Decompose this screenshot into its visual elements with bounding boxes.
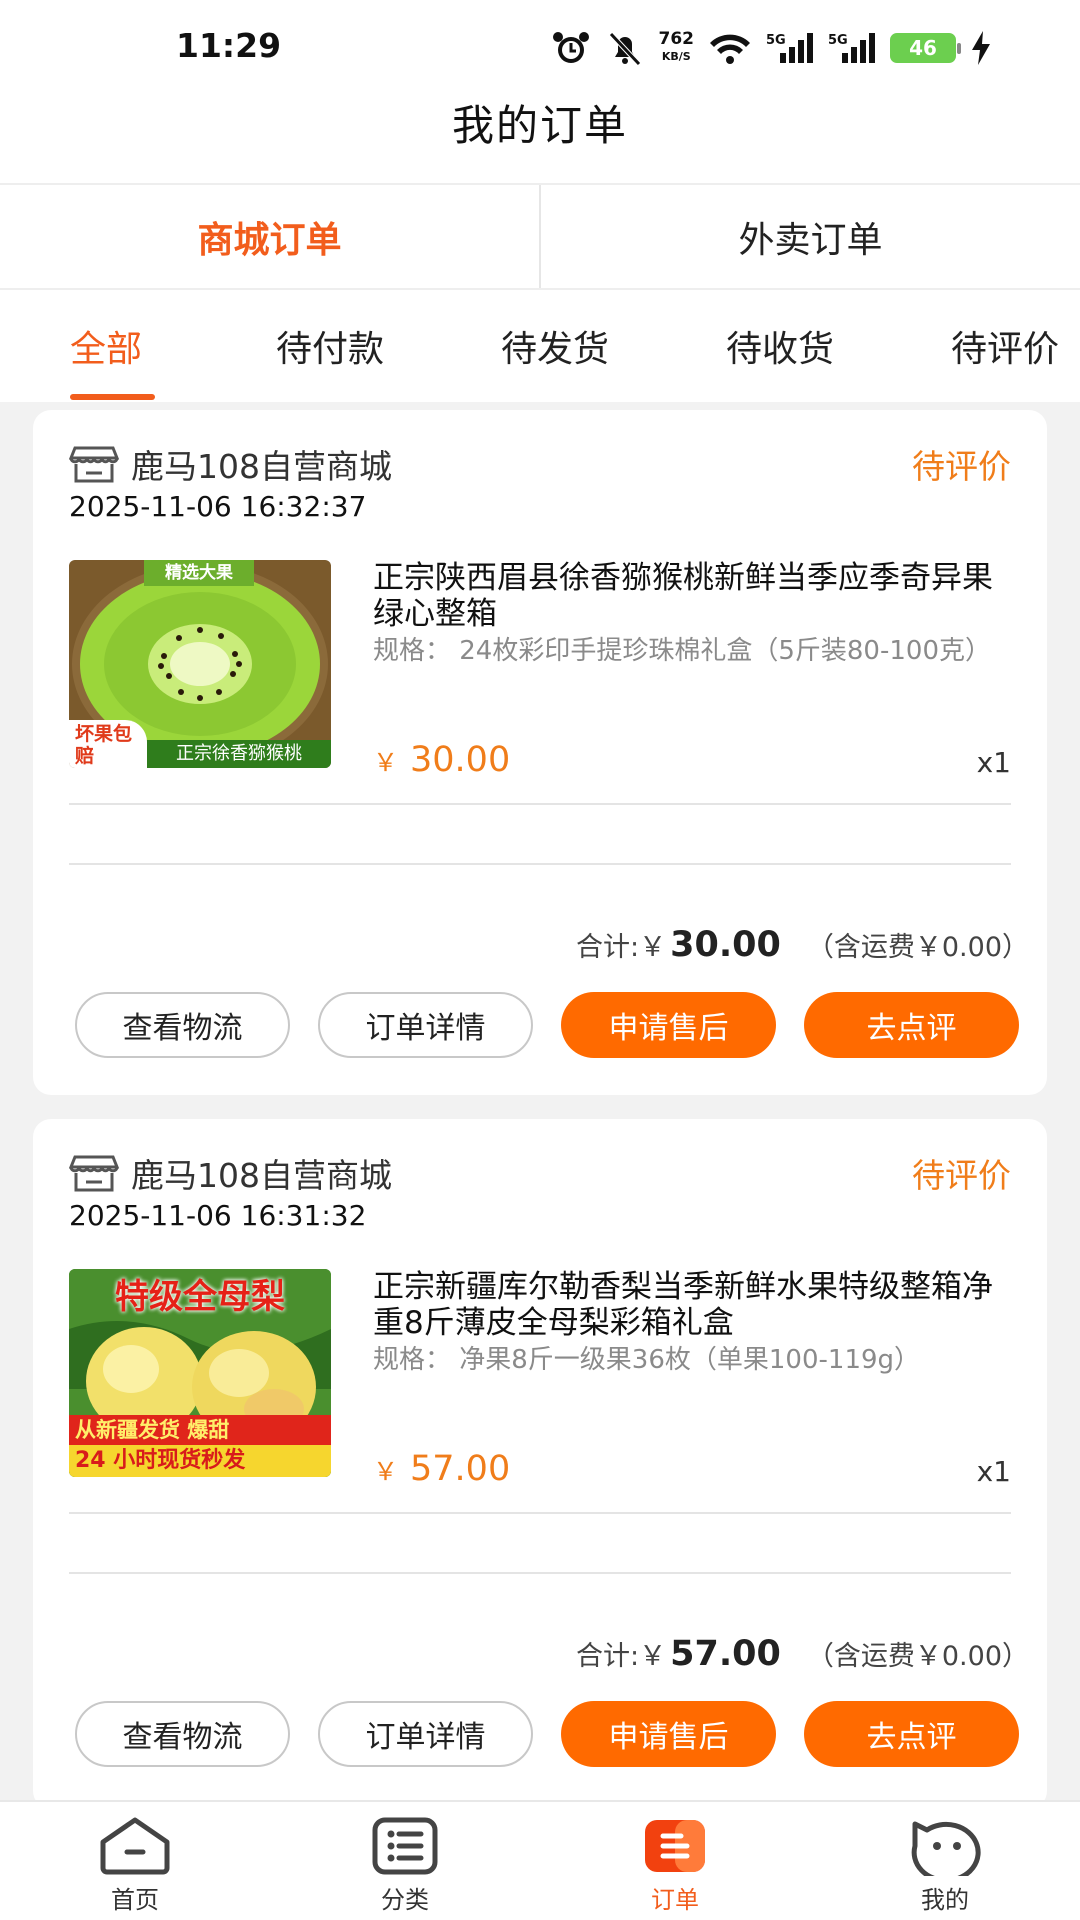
status-filter-tabs: 全部 待付款 待发货 待收货 待评价 — [0, 290, 1080, 402]
product-price: ￥ 30.00 — [373, 740, 511, 780]
product-title[interactable]: 正宗新疆库尔勒香梨当季新鲜水果特级整箱净重8斤薄皮全母梨彩箱礼盒 — [373, 1269, 1013, 1341]
page-header: 我的订单 — [0, 95, 1080, 183]
home-icon — [100, 1817, 170, 1875]
profile-icon — [911, 1821, 981, 1876]
review-button[interactable]: 去点评 — [804, 1701, 1019, 1767]
total-currency: ￥ — [639, 1641, 667, 1672]
nav-label: 订单 — [651, 1886, 699, 1914]
shop-name: 鹿马108自营商城 — [131, 447, 392, 486]
order-total: 合计: ￥ 57.00 （含运费￥0.00） — [576, 1634, 1029, 1674]
order-status: 待评价 — [912, 1156, 1011, 1195]
shipping-fee: （含运费￥0.00） — [806, 932, 1029, 963]
divider — [69, 863, 1011, 865]
nav-label: 首页 — [111, 1886, 159, 1914]
wifi-icon — [710, 34, 750, 64]
image-badge-top: 精选大果 — [144, 560, 254, 586]
order-type-tabs: 商城订单 外卖订单 — [0, 183, 1080, 290]
order-card: 鹿马108自营商城 待评价 2025-11-06 16:32:37 精选大果 坏… — [33, 410, 1047, 1095]
after-sales-button[interactable]: 申请售后 — [561, 1701, 776, 1767]
order-card: 鹿马108自营商城 待评价 2025-11-06 16:31:32 特级全母梨 … — [33, 1119, 1047, 1809]
mute-bell-icon — [608, 32, 641, 66]
signal-5g-icon: 5G — [766, 33, 813, 63]
charging-icon — [972, 31, 990, 65]
filter-tab-pending-shipment[interactable]: 待发货 — [501, 320, 609, 372]
product-image-kiwi[interactable]: 精选大果 坏果包赔 正宗徐香猕猴桃 — [69, 560, 331, 768]
store-icon — [69, 446, 119, 483]
tab-takeout-orders[interactable]: 外卖订单 — [541, 185, 1080, 288]
product-price: ￥ 57.00 — [373, 1449, 511, 1489]
total-label: 合计: — [576, 932, 640, 963]
image-badge-guarantee: 坏果包赔 — [69, 720, 147, 768]
order-details-button[interactable]: 订单详情 — [318, 992, 533, 1058]
product-quantity: x1 — [976, 1455, 1011, 1488]
view-logistics-button[interactable]: 查看物流 — [75, 992, 290, 1058]
battery-indicator: 46 — [890, 33, 961, 63]
order-details-button[interactable]: 订单详情 — [318, 1701, 533, 1767]
divider — [69, 1572, 1011, 1574]
page-title: 我的订单 — [451, 101, 628, 150]
net-speed-indicator: 762 KB/S — [658, 29, 695, 64]
total-label: 合计: — [576, 1641, 640, 1672]
order-actions: 查看物流 订单详情 申请售后 去点评 — [75, 1701, 1019, 1767]
review-button[interactable]: 去点评 — [804, 992, 1019, 1058]
category-list-icon — [372, 1817, 438, 1875]
order-status: 待评价 — [912, 447, 1011, 486]
status-time: 11:29 — [176, 26, 282, 65]
nav-label: 分类 — [381, 1886, 429, 1914]
currency-symbol: ￥ — [373, 748, 399, 777]
status-icons: 762 KB/S 5G 5G 46 — [551, 28, 993, 68]
tab-mall-orders[interactable]: 商城订单 — [0, 185, 539, 288]
shop-name: 鹿马108自营商城 — [131, 1156, 392, 1195]
status-bar: 11:29 762 KB/S 5G 5G 46 — [0, 0, 1080, 95]
shop-row[interactable]: 鹿马108自营商城 — [69, 1149, 392, 1197]
currency-symbol: ￥ — [373, 1457, 399, 1486]
filter-tab-pending-review[interactable]: 待评价 — [951, 320, 1059, 372]
after-sales-button[interactable]: 申请售后 — [561, 992, 776, 1058]
nav-category[interactable]: 分类 — [270, 1802, 540, 1920]
signal-5g-icon-2: 5G — [828, 33, 875, 63]
image-headline: 特级全母梨 — [115, 1277, 285, 1317]
product-spec: 规格： 净果8斤一级果36枚（单果100-119g） — [373, 1345, 921, 1375]
order-actions: 查看物流 订单详情 申请售后 去点评 — [75, 992, 1019, 1058]
total-currency: ￥ — [639, 932, 667, 963]
filter-tab-all[interactable]: 全部 — [70, 320, 142, 372]
shop-row[interactable]: 鹿马108自营商城 — [69, 440, 392, 488]
order-time: 2025-11-06 16:31:32 — [69, 1199, 367, 1232]
order-total: 合计: ￥ 30.00 （含运费￥0.00） — [576, 925, 1029, 965]
total-value: 30.00 — [670, 925, 781, 965]
filter-tab-pending-payment[interactable]: 待付款 — [276, 320, 384, 372]
order-time: 2025-11-06 16:32:37 — [69, 490, 367, 523]
divider — [69, 1512, 1011, 1514]
product-title[interactable]: 正宗陕西眉县徐香猕猴桃新鲜当季应季奇异果绿心整箱 — [373, 560, 1013, 632]
svg-text:5G: 5G — [766, 33, 786, 48]
total-value: 57.00 — [670, 1634, 781, 1674]
bottom-nav: 首页 分类 订单 我的 — [0, 1800, 1080, 1920]
divider — [69, 803, 1011, 805]
image-band-shipping: 24 小时现货秒发 — [69, 1445, 331, 1477]
image-badge-caption: 正宗徐香猕猴桃 — [147, 740, 331, 768]
nav-orders[interactable]: 订单 — [540, 1802, 810, 1920]
order-icon — [645, 1820, 705, 1872]
image-band-origin: 从新疆发货 爆甜 — [69, 1415, 331, 1445]
active-tab-indicator — [70, 394, 155, 400]
product-spec: 规格： 24枚彩印手提珍珠棉礼盒（5斤装80-100克） — [373, 636, 991, 666]
nav-label: 我的 — [921, 1886, 969, 1914]
view-logistics-button[interactable]: 查看物流 — [75, 1701, 290, 1767]
shipping-fee: （含运费￥0.00） — [806, 1641, 1029, 1672]
product-quantity: x1 — [976, 746, 1011, 779]
store-icon — [69, 1155, 119, 1192]
nav-home[interactable]: 首页 — [0, 1802, 270, 1920]
product-image-pear[interactable]: 特级全母梨 从新疆发货 爆甜 24 小时现货秒发 — [69, 1269, 331, 1477]
filter-tab-pending-receipt[interactable]: 待收货 — [726, 320, 834, 372]
alarm-icon — [552, 32, 589, 63]
nav-profile[interactable]: 我的 — [810, 1802, 1080, 1920]
svg-text:5G: 5G — [828, 33, 848, 48]
